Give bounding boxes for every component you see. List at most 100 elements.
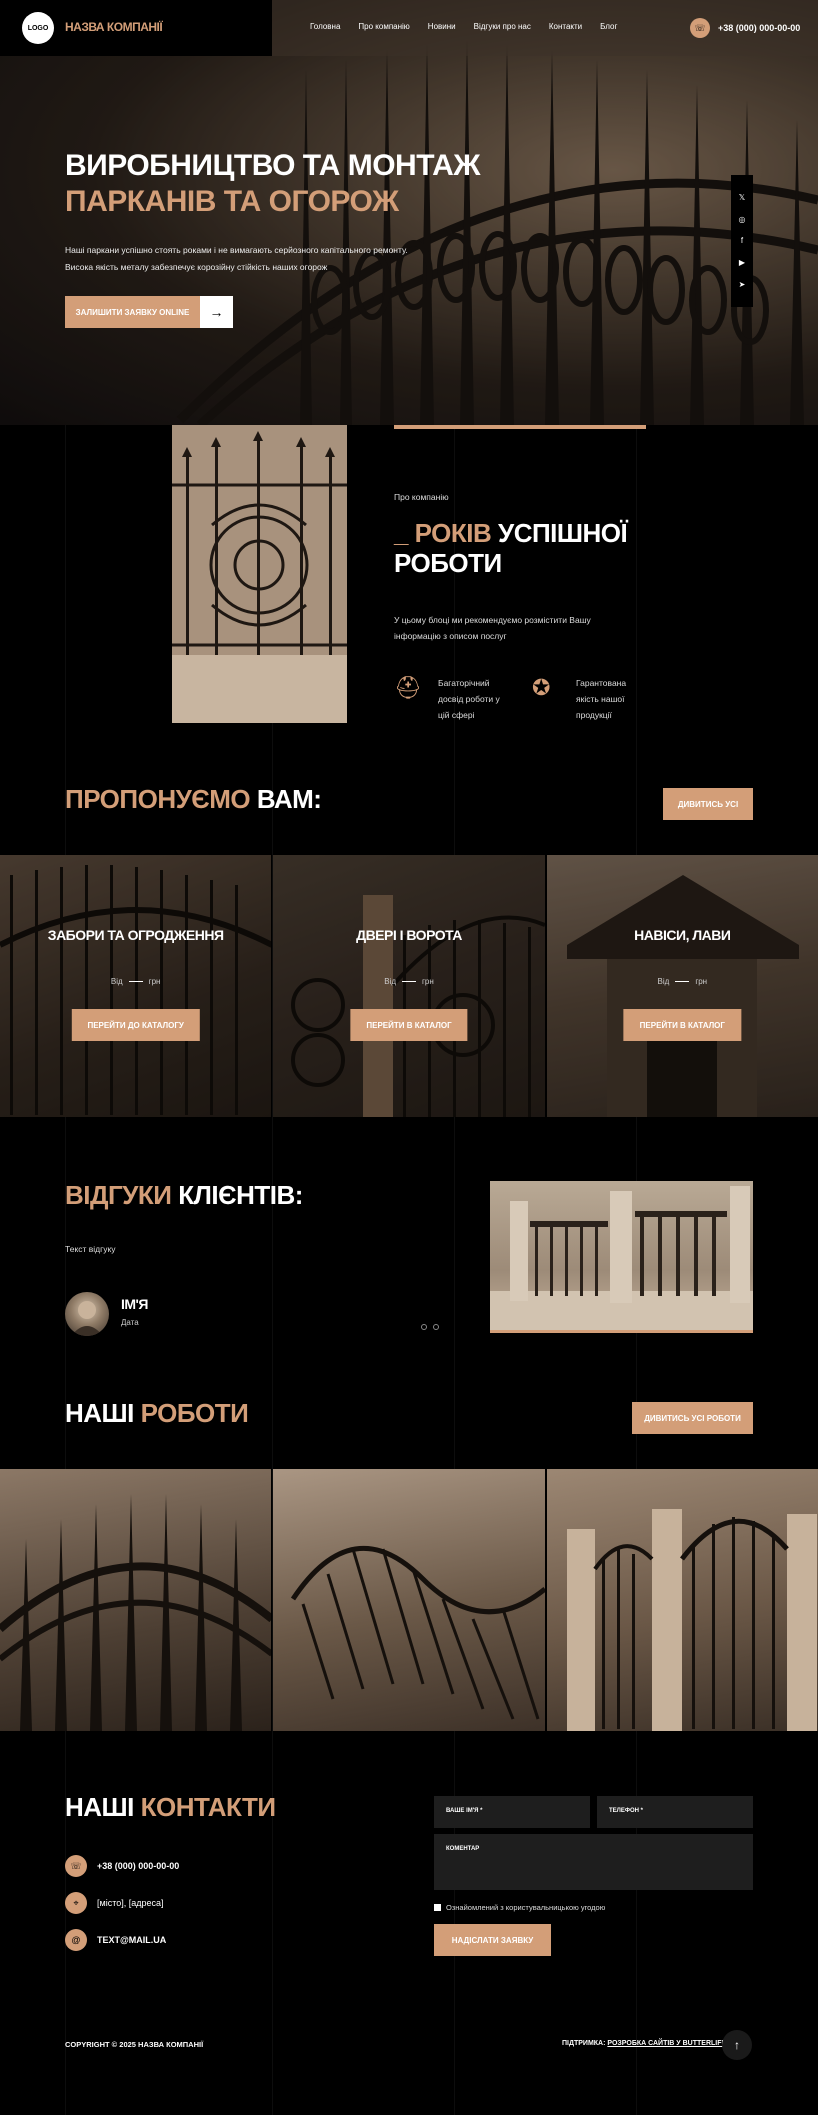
support-link[interactable]: РОЗРОБКА САЙТІВ У BUTTERLIFE xyxy=(607,2040,726,2047)
quality-badge-icon: ✪ xyxy=(532,675,551,700)
view-all-works-button[interactable]: ДИВИТИСЬ УСІ РОБОТИ xyxy=(632,1402,753,1434)
logo[interactable]: LOGO xyxy=(22,12,54,44)
about-text: У цьому блоці ми рекомендуємо розмістити… xyxy=(394,615,591,641)
about-title: _ РОКІВ УСПІШНОЇ РОБОТИ xyxy=(394,518,628,578)
work-image-1[interactable] xyxy=(0,1469,272,1731)
twitter-icon[interactable]: 𝕏 xyxy=(739,193,745,202)
offer-card-canopies: НАВІСИ, ЛАВИ Від грн ПЕРЕЙТИ В КАТАЛОГ xyxy=(546,855,818,1117)
arrow-up-icon: ↑ xyxy=(734,2038,740,2052)
about-title-rest2: РОБОТИ xyxy=(394,548,502,578)
review-date: Дата xyxy=(121,1318,139,1327)
offers-title-accent: ПРОПОНУЄМО xyxy=(65,784,251,814)
company-name[interactable]: НАЗВА КОМПАНІЇ xyxy=(65,20,163,34)
offer-fences-image xyxy=(0,855,272,1117)
facebook-icon[interactable]: f xyxy=(741,236,743,245)
name-field[interactable]: ВАШЕ ІМ'Я * xyxy=(434,1796,590,1828)
works-gallery xyxy=(0,1469,818,1731)
phone-icon: ☏ xyxy=(65,1855,87,1877)
offer-card-title: НАВІСИ, ЛАВИ xyxy=(634,927,731,943)
contact-email[interactable]: @ TEXT@MAIL.UA xyxy=(65,1929,166,1951)
reviews-title: ВІДГУКИ КЛІЄНТІВ: xyxy=(65,1180,303,1211)
review-pagination xyxy=(421,1324,439,1330)
offer-card-doors: ДВЕРІ І ВОРОТА Від грн ПЕРЕЙТИ В КАТАЛОГ xyxy=(273,855,545,1117)
offer-card-catalog-button[interactable]: ПЕРЕЙТИ В КАТАЛОГ xyxy=(623,1009,741,1041)
contact-phone-text[interactable]: +38 (000) 000-00-00 xyxy=(97,1861,179,1871)
feature-quality: ✪ Гарантована якість нашої продукції xyxy=(532,675,646,723)
nav-item-news[interactable]: Новини xyxy=(428,22,456,31)
offers-title: ПРОПОНУЄМО ВАМ: xyxy=(65,784,322,815)
hero-title-line2: ПАРКАНІВ ТА ОГОРОЖ xyxy=(65,185,399,218)
offer-card-price: Від грн xyxy=(384,977,434,986)
offer-card-catalog-button[interactable]: ПЕРЕЙТИ ДО КАТАЛОГУ xyxy=(71,1009,200,1041)
offer-card-title: ЗАБОРИ ТА ОГРОДЖЕННЯ xyxy=(47,927,224,943)
review-dot[interactable] xyxy=(421,1324,427,1330)
email-icon: @ xyxy=(65,1929,87,1951)
leave-request-button[interactable]: ЗАЛИШИТИ ЗАЯВКУ ONLINE → xyxy=(65,296,233,328)
about-title-accent: _ РОКІВ xyxy=(394,518,492,548)
reviewer-name: ІМ'Я xyxy=(121,1296,148,1312)
about-title-rest1: УСПІШНОЇ xyxy=(498,518,628,548)
works-title-accent: РОБОТИ xyxy=(140,1398,249,1428)
contacts-title: НАШІ КОНТАКТИ xyxy=(65,1792,276,1823)
agreement-checkbox[interactable]: Ознайомлений з користувальницькою угодою xyxy=(434,1903,605,1912)
scroll-to-top-button[interactable]: ↑ xyxy=(722,2030,752,2060)
offer-cards: ЗАБОРИ ТА ОГРОДЖЕННЯ Від грн ПЕРЕЙТИ ДО К… xyxy=(0,855,818,1117)
review-fence-image xyxy=(490,1181,753,1333)
about-accent-bar xyxy=(394,425,646,429)
review-text: Текст відгуку xyxy=(65,1244,116,1254)
reviews-title-rest: КЛІЄНТІВ: xyxy=(178,1180,303,1210)
hero-text-line2: Висока якість металу забезпечує корозійн… xyxy=(65,262,328,272)
main-nav: Головна Про компанію Новини Відгуки про … xyxy=(310,22,617,31)
header-phone-number[interactable]: +38 (000) 000-00-00 xyxy=(718,23,800,33)
copyright: COPYRIGHT © 2025 НАЗВА КОМПАНІЇ xyxy=(65,2040,204,2049)
nav-item-reviews[interactable]: Відгуки про нас xyxy=(474,22,531,31)
work-image-2[interactable] xyxy=(273,1469,545,1731)
nav-item-contacts[interactable]: Контакти xyxy=(549,22,582,31)
phone-field[interactable]: ТЕЛЕФОН * xyxy=(597,1796,753,1828)
contact-address: ⌖ [місто], [адреса] xyxy=(65,1892,164,1914)
checkbox[interactable] xyxy=(434,1904,441,1911)
hero-text-line1: Наші паркани успішно стоять роками і не … xyxy=(65,245,408,255)
instagram-icon[interactable]: ◎ xyxy=(739,215,746,224)
leave-request-label: ЗАЛИШИТИ ЗАЯВКУ ONLINE xyxy=(65,296,200,328)
contacts-title-rest: НАШІ xyxy=(65,1792,134,1822)
offers-title-rest: ВАМ: xyxy=(256,784,322,814)
support-prefix: ПІДТРИМКА: xyxy=(562,2040,606,2047)
offer-card-price: Від грн xyxy=(657,977,708,986)
view-all-offers-button[interactable]: ДИВИТИСЬ УСІ xyxy=(663,788,753,820)
about-gate-image xyxy=(172,425,347,723)
header-phone[interactable]: ☏ +38 (000) 000-00-00 xyxy=(690,18,800,38)
avatar xyxy=(65,1292,109,1336)
offer-card-price: Від грн xyxy=(110,977,161,986)
feature-quality-text: Гарантована якість нашої продукції xyxy=(576,678,627,720)
feature-experience-text: Багаторічний досвід роботи у цій сфері xyxy=(438,678,500,720)
offer-card-title: ДВЕРІ І ВОРОТА xyxy=(356,927,462,943)
review-dot[interactable] xyxy=(433,1324,439,1330)
nav-item-blog[interactable]: Блог xyxy=(600,22,617,31)
hero-title: ВИРОБНИЦТВО ТА МОНТАЖ ПАРКАНІВ ТА ОГОРОЖ xyxy=(65,148,480,220)
feature-experience: ⛑ Багаторічний досвід роботи у цій сфері xyxy=(394,675,508,723)
about-label: Про компанію xyxy=(394,492,449,502)
worker-helmet-icon: ⛑ xyxy=(394,675,422,700)
nav-item-about[interactable]: Про компанію xyxy=(358,22,409,31)
agreement-label: Ознайомлений з користувальницькою угодою xyxy=(446,1903,606,1912)
youtube-icon[interactable]: ▶ xyxy=(739,258,745,267)
contact-phone[interactable]: ☏ +38 (000) 000-00-00 xyxy=(65,1855,179,1877)
work-image-3[interactable] xyxy=(546,1469,818,1731)
support-credit: ПІДТРИМКА: РОЗРОБКА САЙТІВ У BUTTERLIFE xyxy=(562,2040,726,2047)
submit-request-button[interactable]: НАДІСЛАТИ ЗАЯВКУ xyxy=(434,1924,551,1956)
nav-item-home[interactable]: Головна xyxy=(310,22,340,31)
site-header: LOGO НАЗВА КОМПАНІЇ Головна Про компанію… xyxy=(0,0,818,56)
contact-address-text: [місто], [адреса] xyxy=(97,1898,164,1908)
contact-email-text[interactable]: TEXT@MAIL.UA xyxy=(97,1935,166,1945)
phone-icon: ☏ xyxy=(690,18,710,38)
social-bar: 𝕏 ◎ f ▶ ➤ xyxy=(731,175,753,307)
contacts-title-accent: КОНТАКТИ xyxy=(140,1792,276,1822)
telegram-icon[interactable]: ➤ xyxy=(739,280,746,289)
location-pin-icon: ⌖ xyxy=(65,1892,87,1914)
offer-card-catalog-button[interactable]: ПЕРЕЙТИ В КАТАЛОГ xyxy=(350,1009,468,1041)
arrow-right-icon: → xyxy=(200,296,233,328)
reviews-title-accent: ВІДГУКИ xyxy=(65,1180,172,1210)
comment-field[interactable]: КОМЕНТАР xyxy=(434,1834,753,1890)
works-title: НАШІ РОБОТИ xyxy=(65,1398,249,1429)
